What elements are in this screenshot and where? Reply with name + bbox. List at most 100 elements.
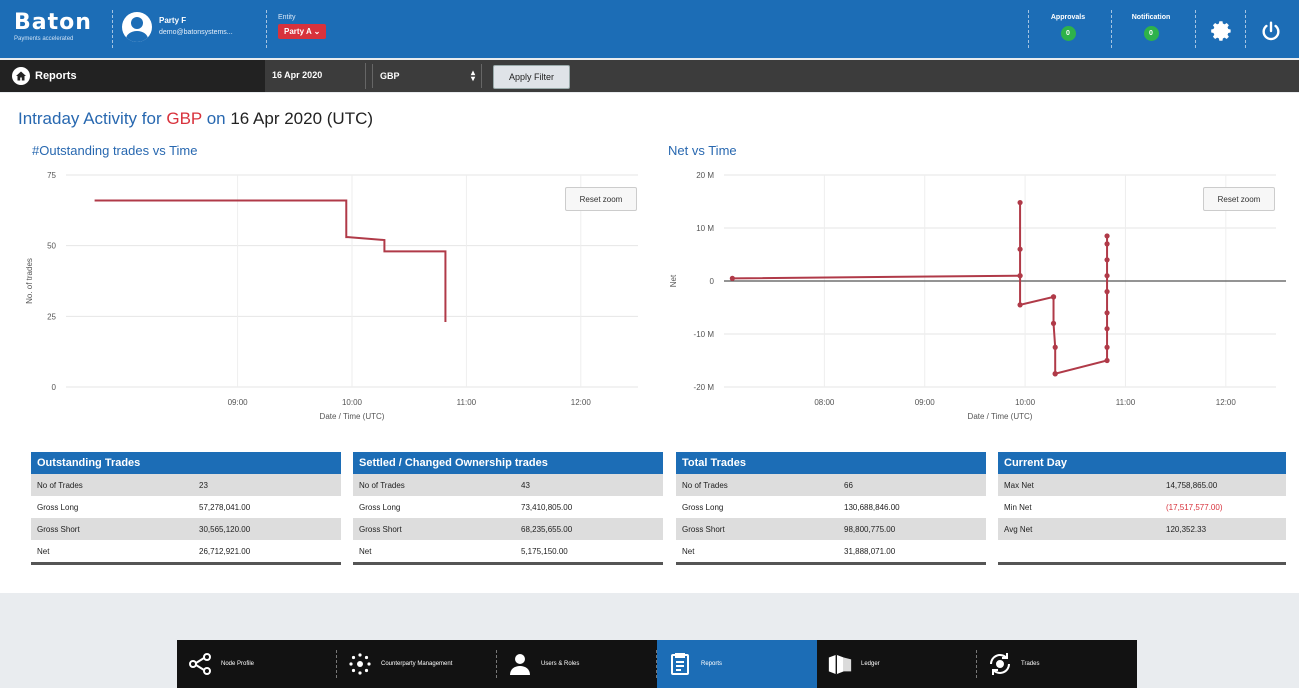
table-row: No of Trades 66: [676, 474, 986, 496]
x-tick-label: 10:00: [1015, 398, 1036, 407]
data-point[interactable]: [1017, 199, 1023, 206]
trades-icon: [987, 651, 1013, 677]
title-date: 16 Apr 2020 (UTC): [230, 109, 374, 128]
data-point[interactable]: [1017, 302, 1023, 308]
reset-zoom-button[interactable]: Reset zoom: [565, 187, 637, 211]
data-point[interactable]: [1052, 371, 1058, 377]
y-tick-label: -10 M: [694, 330, 715, 339]
chart-outstanding[interactable]: 0 25 50 75 09:00 10:00 11:00 12:00 Date / Time (…: [18, 163, 650, 433]
data-point[interactable]: [1017, 246, 1023, 252]
reports-breadcrumb[interactable]: Reports: [0, 60, 265, 92]
nav-users-roles[interactable]: Users & Roles: [497, 640, 657, 688]
y-tick-label: 25: [47, 312, 56, 321]
table-total-trades: Total Trades No of Trades 66 Gross Long 13…: [676, 452, 986, 565]
title-currency: GBP: [166, 109, 202, 128]
x-tick-label: 11:00: [1116, 398, 1136, 407]
select-arrows-icon: ▴ ▾: [470, 68, 475, 83]
entity-label: Entity: [278, 14, 296, 21]
nav-node-profile[interactable]: Node Profile: [177, 640, 337, 688]
avatar: [122, 12, 152, 42]
chart-net[interactable]: 20 M 10 M 0 -10 M -20 M 08:00 09:00 10:00 11:00 1…: [664, 163, 1289, 433]
top-header: Baton Payments accelerated Party F demo@…: [0, 0, 1299, 58]
table-row: Gross Short 30,565,120.00: [31, 518, 341, 540]
logo-text: Baton: [14, 10, 92, 35]
series-line: [94, 199, 447, 322]
gear-icon[interactable]: [1210, 20, 1232, 42]
data-point[interactable]: [1017, 273, 1023, 279]
user-menu[interactable]: Party F demo@batonsystems...: [122, 12, 233, 42]
x-tick-label: 10:00: [342, 398, 363, 407]
chart-outstanding-title: #Outstanding trades vs Time: [32, 143, 198, 158]
apply-filter-button[interactable]: Apply Filter: [493, 65, 570, 89]
x-axis-label: Date / Time (UTC): [968, 412, 1033, 421]
x-tick-label: 12:00: [1216, 398, 1237, 407]
y-tick-label: 75: [47, 171, 56, 180]
approvals-count-badge: 0: [1060, 26, 1076, 41]
table-row: No of Trades 43: [353, 474, 663, 496]
baton-logo[interactable]: Baton Payments accelerated: [14, 10, 92, 42]
data-point[interactable]: [729, 275, 735, 281]
bottom-nav: Node Profile Counterparty Management Use…: [177, 640, 1137, 688]
table-row: Gross Long 57,278,041.00: [37, 502, 251, 512]
approvals-label: Approvals: [1050, 14, 1086, 21]
table-outstanding-trades: Outstanding Trades No of Trades 23 Gross …: [31, 452, 341, 565]
table-row: [998, 540, 1286, 562]
logo-tagline: Payments accelerated: [14, 36, 74, 42]
entity-dropdown[interactable]: Party A ⌄: [278, 24, 327, 39]
data-point[interactable]: [1104, 326, 1110, 332]
x-tick-label: 08:00: [814, 398, 835, 407]
x-tick-label: 09:00: [228, 398, 249, 407]
table-row: Avg Net 120,352.33: [998, 518, 1286, 540]
nav-ledger[interactable]: Ledger: [817, 640, 977, 688]
user-email: demo@batonsystems...: [159, 29, 233, 36]
data-point[interactable]: [1104, 233, 1110, 239]
currency-value: GBP: [380, 71, 400, 81]
x-tick-label: 12:00: [571, 398, 592, 407]
table-row: Net 5,175,150.00: [359, 546, 568, 556]
nav-reports[interactable]: Reports: [657, 640, 817, 688]
nav-trades[interactable]: Trades: [977, 640, 1137, 688]
section-title: Reports: [35, 70, 77, 82]
notification-label: Notification: [1131, 14, 1171, 21]
y-tick-label: 0: [710, 277, 715, 286]
currency-select[interactable]: GBP ▴ ▾: [372, 64, 482, 88]
y-tick-label: -20 M: [694, 383, 715, 392]
nav-counterparty-management[interactable]: Counterparty Management: [337, 640, 497, 688]
date-filter[interactable]: 16 Apr 2020: [272, 70, 322, 80]
notification-indicator[interactable]: Notification 0: [1121, 14, 1181, 41]
data-point[interactable]: [1104, 257, 1110, 263]
table-title: Outstanding Trades: [31, 452, 341, 474]
table-title: Settled / Changed Ownership trades: [353, 452, 663, 474]
approvals-indicator[interactable]: Approvals 0: [1038, 14, 1098, 41]
chart-net-title: Net vs Time: [668, 143, 737, 158]
data-point[interactable]: [1052, 344, 1058, 350]
data-point[interactable]: [1050, 294, 1057, 300]
table-row: Gross Short 68,235,655.00: [353, 518, 663, 540]
table-title: Current Day: [998, 452, 1286, 474]
table-row: Gross Short 98,800,775.00: [676, 518, 986, 540]
ledger-icon: [827, 651, 853, 677]
data-point[interactable]: [1104, 310, 1110, 316]
data-point[interactable]: [1104, 241, 1110, 247]
reset-zoom-button-net[interactable]: Reset zoom: [1203, 187, 1275, 211]
data-point[interactable]: [1050, 320, 1057, 326]
table-row: Max Net 14,758,865.00: [998, 474, 1286, 496]
page-title: Intraday Activity for GBP on 16 Apr 2020…: [18, 109, 374, 128]
table-row: Gross Long 73,410,805.00: [359, 502, 573, 512]
y-tick-label: 10 M: [696, 224, 714, 233]
data-point[interactable]: [1104, 357, 1110, 364]
report-icon: [667, 651, 693, 677]
y-tick-label: 0: [52, 383, 57, 392]
x-axis-label: Date / Time (UTC): [320, 412, 385, 421]
table-row: Net 26,712,921.00: [37, 546, 251, 556]
table-row: Gross Long 130,688,846.00: [682, 502, 900, 512]
filter-bar: Reports 16 Apr 2020 GBP ▴ ▾: [0, 60, 1299, 92]
power-icon[interactable]: [1260, 20, 1282, 42]
user-name: Party F: [159, 16, 187, 25]
table-row: Net 31,888,071.00: [682, 546, 896, 556]
node-icon: [187, 651, 213, 677]
data-point[interactable]: [1104, 273, 1110, 279]
data-point[interactable]: [1104, 344, 1110, 350]
data-point[interactable]: [1104, 289, 1110, 295]
network-icon: [347, 651, 373, 677]
